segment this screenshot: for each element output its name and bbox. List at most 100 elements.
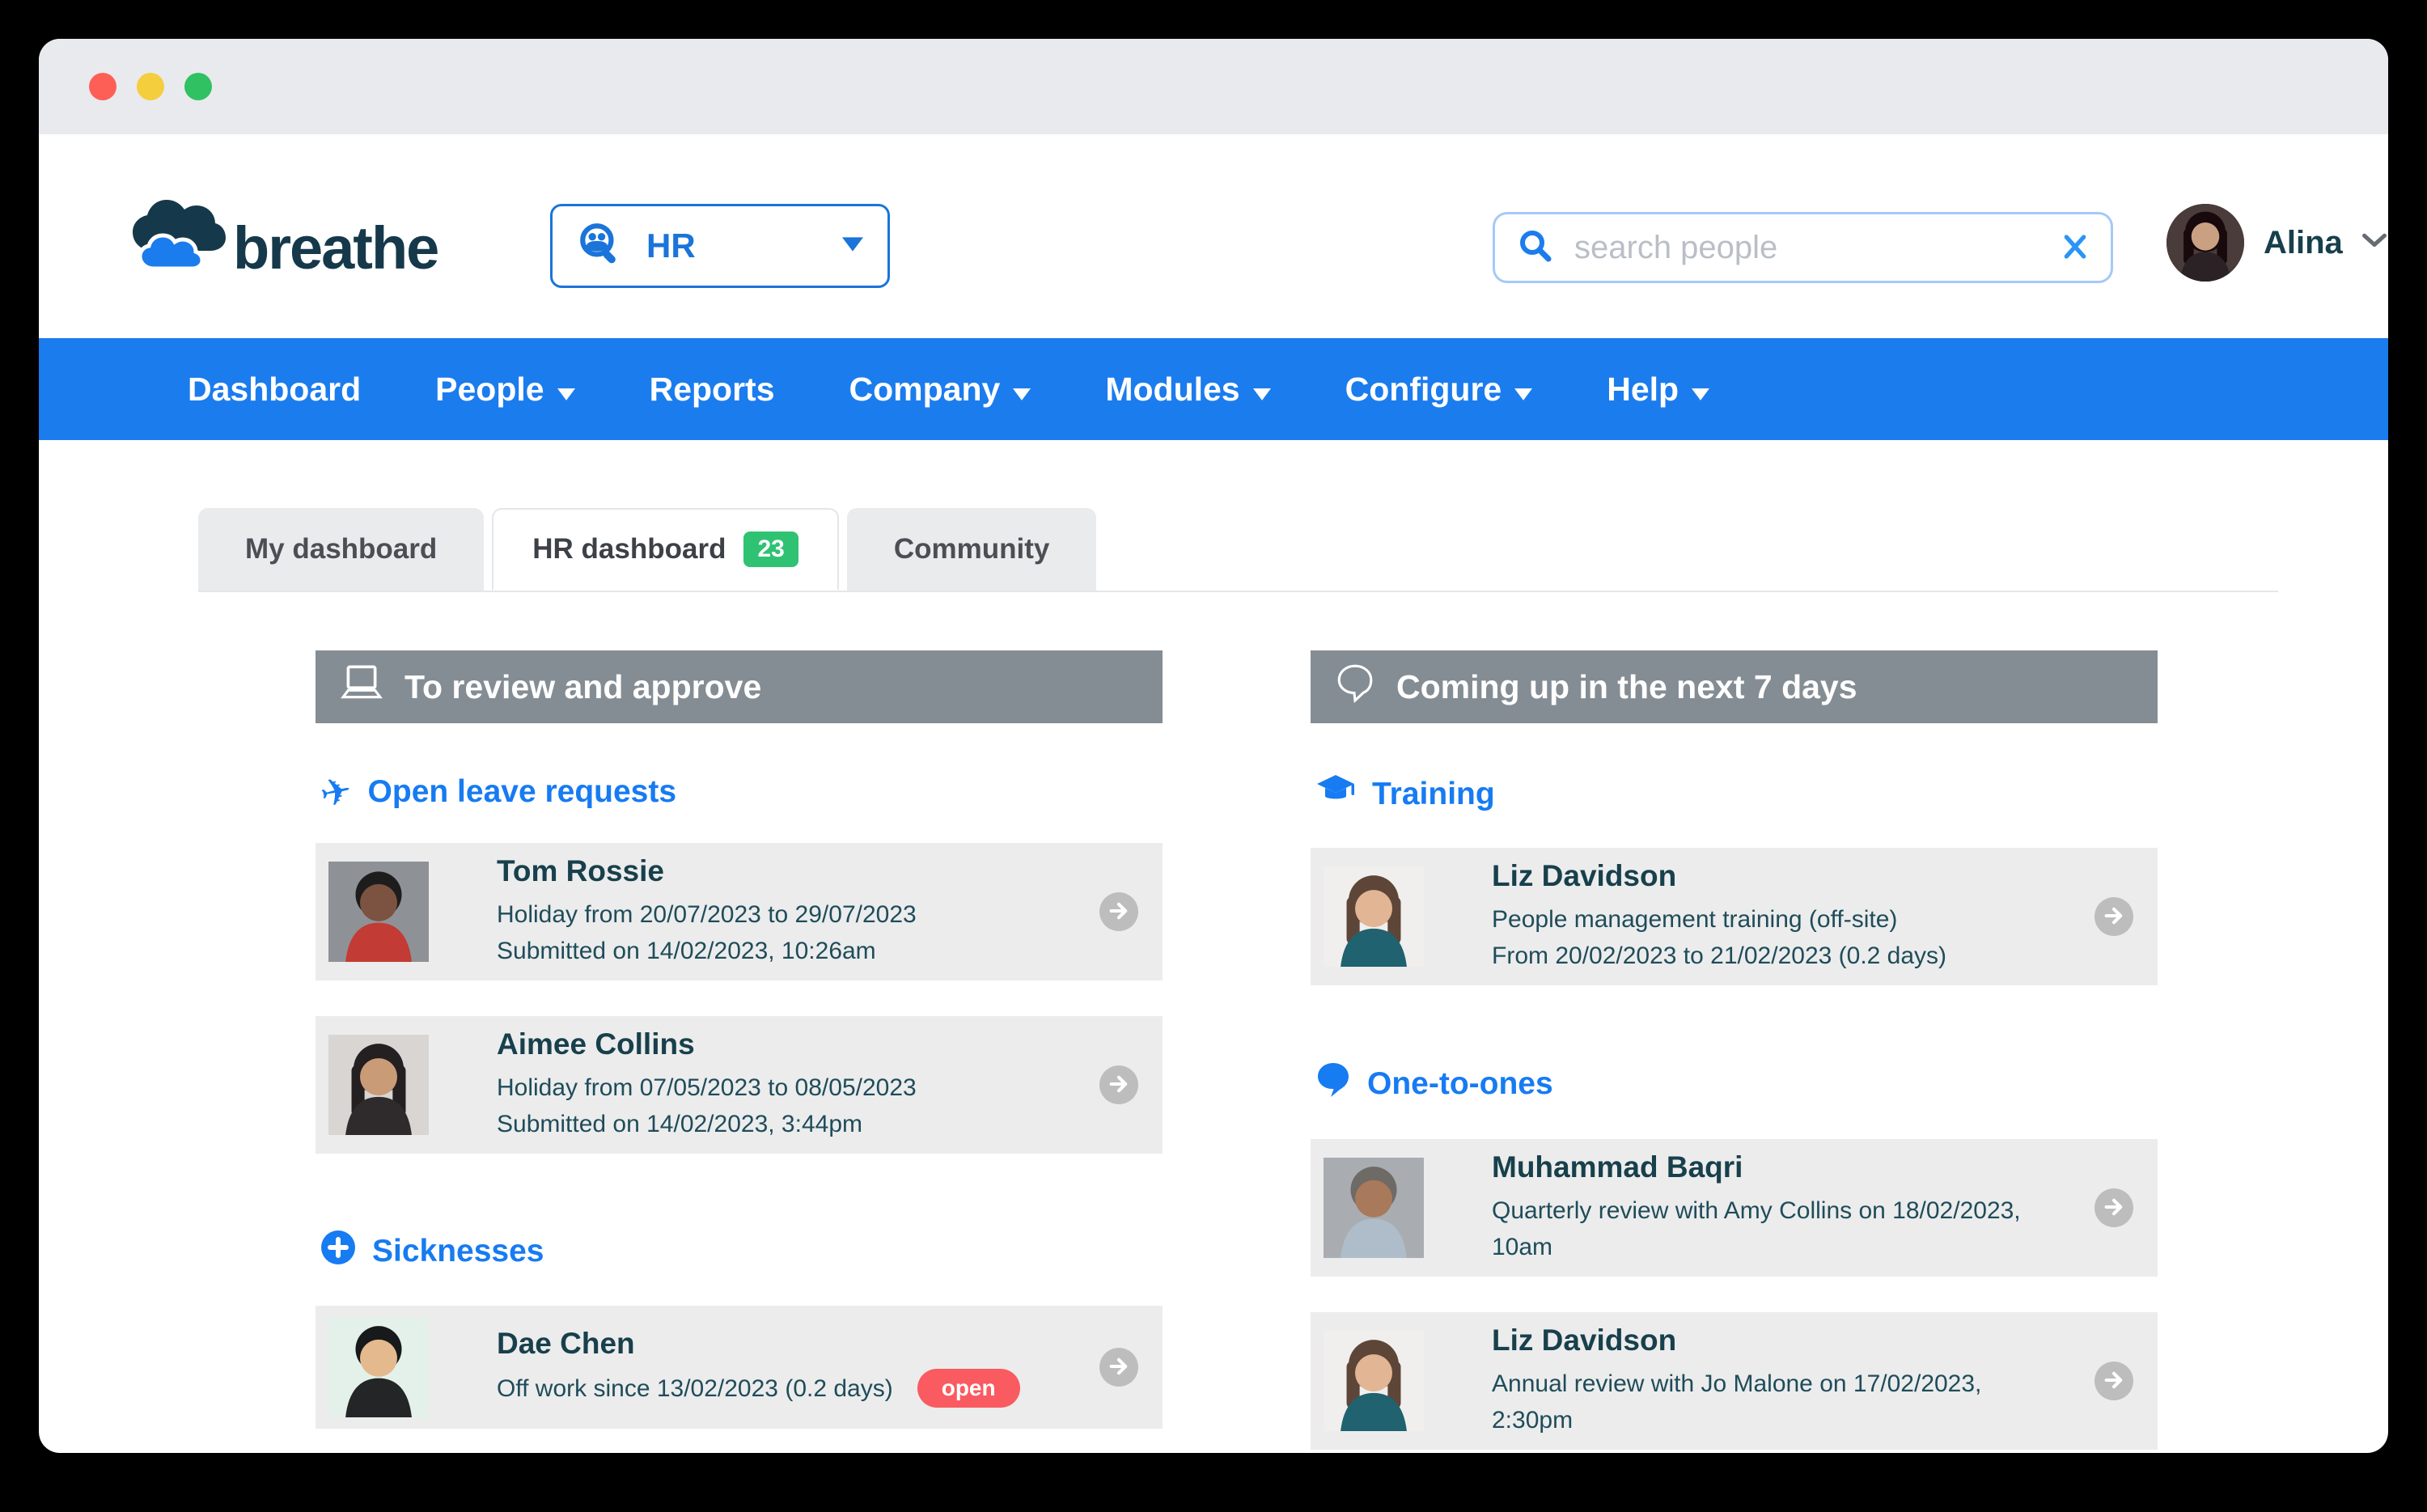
arrow-right-icon — [1108, 1355, 1130, 1380]
open-item-button[interactable] — [2095, 897, 2133, 936]
section-open-leave-requests: ✈ Open leave requests Tom Rossie — [316, 773, 1163, 1154]
tab-my-dashboard[interactable]: My dashboard — [198, 508, 484, 591]
employee-photo — [1324, 1158, 1424, 1258]
arrow-right-icon — [2103, 904, 2125, 930]
to-review-panel: To review and approve ✈ Open leave reque… — [316, 650, 1163, 1450]
airplane-icon: ✈ — [317, 770, 355, 813]
nav-label: Modules — [1105, 371, 1239, 409]
section-title-label: One-to-ones — [1367, 1066, 1553, 1102]
chat-bubble-icon — [1315, 1061, 1351, 1107]
employee-name: Liz Davidson — [1492, 859, 1946, 893]
caret-down-icon — [557, 371, 575, 409]
graduation-cap-icon — [1315, 773, 1356, 815]
card-text: Liz Davidson Annual review with Jo Malon… — [1492, 1324, 2069, 1438]
tab-label: My dashboard — [245, 533, 437, 565]
search-icon — [1518, 228, 1553, 268]
caret-down-icon — [1013, 371, 1031, 409]
review-detail: Quarterly review with Amy Collins on 18/… — [1492, 1192, 2069, 1265]
section-heading: One-to-ones — [1315, 1061, 2158, 1107]
logo-wordmark: breathe — [233, 222, 438, 276]
employee-photo — [1324, 1331, 1424, 1431]
clear-search-button[interactable] — [2062, 234, 2088, 262]
caret-down-icon — [1514, 371, 1532, 409]
card-text: Aimee Collins Holiday from 07/05/2023 to… — [497, 1027, 917, 1142]
section-heading: Sicknesses — [320, 1230, 1163, 1273]
tab-community[interactable]: Community — [847, 508, 1097, 591]
arrow-right-icon — [1108, 1073, 1130, 1098]
user-name: Alina — [2264, 225, 2343, 261]
employee-name: Dae Chen — [497, 1327, 1020, 1361]
sickness-detail: Off work since 13/02/2023 (0.2 days) — [497, 1370, 893, 1407]
section-sicknesses: Sicknesses Dae Chen Off — [316, 1230, 1163, 1429]
close-window-button[interactable] — [89, 73, 116, 100]
minimize-window-button[interactable] — [137, 73, 164, 100]
employee-name: Liz Davidson — [1492, 1324, 2069, 1357]
coming-up-panel: Coming up in the next 7 days Training — [1311, 650, 2158, 1450]
arrow-right-icon — [2103, 1196, 2125, 1221]
one-to-one-card[interactable]: Muhammad Baqri Quarterly review with Amy… — [1311, 1139, 2158, 1277]
training-dates: From 20/02/2023 to 21/02/2023 (0.2 days) — [1492, 938, 1946, 974]
plus-circle-icon — [320, 1230, 356, 1273]
tab-count-badge: 23 — [743, 532, 798, 567]
training-detail: People management training (off-site) — [1492, 901, 1946, 938]
one-to-one-card[interactable]: Liz Davidson Annual review with Jo Malon… — [1311, 1312, 2158, 1450]
caret-down-icon — [842, 237, 863, 256]
user-menu[interactable]: Alina — [2167, 204, 2387, 282]
status-badge: open — [917, 1369, 1020, 1408]
open-item-button[interactable] — [1099, 1348, 1138, 1387]
open-item-button[interactable] — [1099, 892, 1138, 931]
section-title-label: Training — [1372, 777, 1495, 812]
request-detail: Holiday from 07/05/2023 to 08/05/2023 — [497, 1069, 917, 1106]
chevron-down-icon — [2362, 233, 2387, 252]
nav-item-company[interactable]: Company — [849, 371, 1031, 409]
nav-label: Company — [849, 371, 1001, 409]
leave-request-card[interactable]: Aimee Collins Holiday from 07/05/2023 to… — [316, 1016, 1163, 1154]
search-people-input[interactable] — [1573, 229, 2043, 267]
sickness-card[interactable]: Dae Chen Off work since 13/02/2023 (0.2 … — [316, 1306, 1163, 1429]
open-item-button[interactable] — [2095, 1362, 2133, 1400]
nav-label: Dashboard — [188, 371, 361, 409]
nav-label: Help — [1607, 371, 1679, 409]
nav-item-reports[interactable]: Reports — [650, 371, 775, 409]
nav-label: Reports — [650, 371, 775, 409]
caret-down-icon — [1692, 371, 1709, 409]
user-avatar — [2167, 204, 2244, 282]
section-title-label: Open leave requests — [368, 774, 677, 810]
review-detail: Annual review with Jo Malone on 17/02/20… — [1492, 1366, 2069, 1438]
nav-item-people[interactable]: People — [435, 371, 574, 409]
open-item-button[interactable] — [1099, 1065, 1138, 1104]
open-item-button[interactable] — [2095, 1188, 2133, 1227]
zoom-window-button[interactable] — [184, 73, 212, 100]
nav-item-configure[interactable]: Configure — [1345, 371, 1533, 409]
request-submitted: Submitted on 14/02/2023, 3:44pm — [497, 1106, 917, 1142]
panel-header-coming-up: Coming up in the next 7 days — [1311, 650, 2158, 723]
arrow-right-icon — [2103, 1369, 2125, 1394]
app-window: breathe HR — [39, 39, 2388, 1453]
window-titlebar — [39, 39, 2388, 134]
dashboard-tabs: My dashboard HR dashboard 23 Community — [198, 508, 2278, 592]
employee-photo — [1324, 866, 1424, 967]
nav-label: Configure — [1345, 371, 1502, 409]
training-card[interactable]: Liz Davidson People management training … — [1311, 848, 2158, 985]
people-search-icon — [577, 221, 624, 272]
card-text: Tom Rossie Holiday from 20/07/2023 to 29… — [497, 854, 917, 969]
leave-request-card[interactable]: Tom Rossie Holiday from 20/07/2023 to 29… — [316, 843, 1163, 980]
company-switcher[interactable]: HR — [550, 204, 890, 288]
employee-name: Tom Rossie — [497, 854, 917, 888]
cloud-logo-icon — [129, 197, 227, 276]
panel-title: Coming up in the next 7 days — [1396, 668, 1857, 706]
app-header: breathe HR — [39, 134, 2388, 338]
x-icon — [2062, 234, 2088, 262]
section-one-to-ones: One-to-ones Muhammad Baqri Quarterly r — [1311, 1061, 2158, 1450]
laptop-icon — [340, 664, 383, 709]
nav-item-modules[interactable]: Modules — [1105, 371, 1270, 409]
panel-title: To review and approve — [404, 668, 761, 706]
speech-bubble-outline-icon — [1335, 663, 1375, 711]
nav-item-dashboard[interactable]: Dashboard — [188, 371, 361, 409]
breathe-logo[interactable]: breathe — [129, 197, 438, 276]
tab-hr-dashboard[interactable]: HR dashboard 23 — [492, 508, 839, 591]
employee-name: Muhammad Baqri — [1492, 1150, 2069, 1184]
section-heading: Training — [1315, 773, 2158, 815]
card-text: Liz Davidson People management training … — [1492, 859, 1946, 974]
nav-item-help[interactable]: Help — [1607, 371, 1709, 409]
